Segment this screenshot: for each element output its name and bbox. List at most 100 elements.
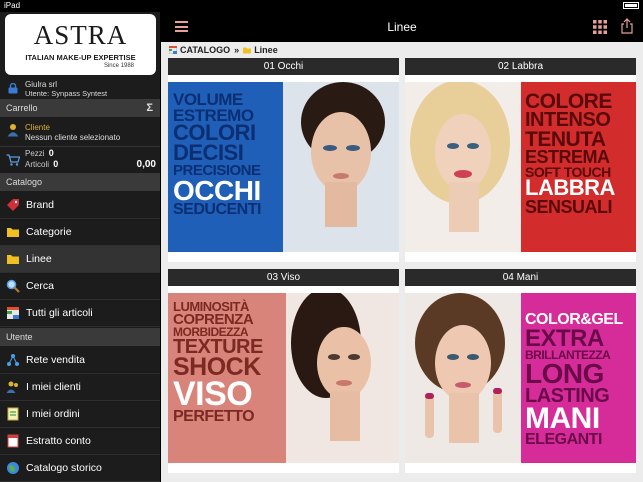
device-label: iPad — [4, 1, 21, 10]
sidebar-item-label: Brand — [26, 199, 55, 211]
sidebar-item-label: Linee — [26, 253, 52, 265]
tile-image: COLORE INTENSO TENUTA ESTREMA SOFT TOUCH… — [405, 82, 636, 252]
model-photo — [405, 82, 521, 252]
tile-slogan: LUMINOSITÀ COPRENZA MORBIDEZZA TEXTURE S… — [173, 300, 263, 426]
brand-logo: ASTRA ITALIAN MAKE-UP EXPERTISE Since 19… — [5, 14, 156, 75]
line-tile-labbra[interactable]: 02 Labbra COLORE INTENSO TENUTA ESTREMA … — [405, 58, 636, 262]
tile-slogan: COLORE INTENSO TENUTA ESTREMA SOFT TOUCH… — [525, 91, 615, 217]
sidebar-item-tutti-articoli[interactable]: Tutti gli articoli — [0, 300, 160, 327]
lock-icon — [8, 83, 18, 94]
line-tile-viso[interactable]: 03 Viso LUMINOSITÀ COPRENZA MORBIDEZZA T… — [168, 269, 399, 473]
client-label: Cliente — [25, 123, 50, 132]
line-tile-mani[interactable]: 04 Mani COLOR&GEL EXTRA BRILLANTEZZA LON… — [405, 269, 636, 473]
slogan-line: LONG — [525, 357, 604, 389]
sidebar-item-cerca[interactable]: Cerca — [0, 273, 160, 300]
cart-client-row[interactable]: Cliente Nessun cliente selezionato — [0, 119, 160, 147]
logo-tagline: ITALIAN MAKE-UP EXPERTISE — [25, 53, 136, 62]
network-icon — [7, 354, 19, 366]
pezzi-row: Pezzi 0 — [25, 148, 54, 158]
articoli-row: Articoli 0 — [25, 159, 58, 169]
sigma-icon[interactable]: Σ — [146, 99, 153, 117]
globe-icon — [7, 462, 19, 474]
slogan-line: MANI — [525, 401, 600, 435]
pezzi-label: Pezzi — [25, 149, 45, 158]
model-photo — [286, 293, 399, 463]
orders-icon — [7, 407, 19, 421]
folder-icon — [7, 255, 19, 264]
sidebar-item-catalogo-storico[interactable]: Catalogo storico — [0, 455, 160, 482]
clients-icon — [6, 381, 18, 393]
slogan-line: DECISI — [173, 140, 244, 166]
tile-slogan: VOLUME ESTREMO COLORI DECISI PRECISIONE … — [173, 91, 261, 219]
main-content: Linee CATALOGO » Linee 01 Occhi VOLUME ES… — [161, 12, 643, 482]
breadcrumb-root[interactable]: CATALOGO — [180, 45, 230, 55]
tag-icon — [7, 199, 19, 211]
slogan-line: VISO — [173, 375, 253, 414]
user-account: Utente: Synpass Syntest — [25, 89, 108, 98]
slogan-line: INTENSO — [525, 109, 611, 132]
catalog-header: Catalogo — [0, 173, 160, 191]
slogan-line: OCCHI — [173, 174, 261, 206]
share-icon[interactable] — [621, 18, 633, 34]
sidebar-item-label: Categorie — [26, 226, 72, 238]
sidebar-item-label: Rete vendita — [26, 354, 85, 366]
model-photo — [405, 293, 521, 463]
slogan-line: PERFETTO — [173, 408, 255, 426]
sidebar-item-label: I miei clienti — [26, 381, 81, 393]
search-icon — [6, 279, 20, 293]
tile-title: 04 Mani — [405, 269, 636, 286]
tile-slogan: COLOR&GEL EXTRA BRILLANTEZZA LONG LASTIN… — [525, 312, 623, 448]
sidebar-item-label: Catalogo storico — [26, 462, 102, 474]
sidebar-item-miei-clienti[interactable]: I miei clienti — [0, 374, 160, 401]
sidebar-item-miei-ordini[interactable]: I miei ordini — [0, 401, 160, 428]
catalog-icon — [169, 46, 177, 54]
tile-image: LUMINOSITÀ COPRENZA MORBIDEZZA TEXTURE S… — [168, 293, 399, 463]
grid-view-icon[interactable] — [593, 20, 607, 34]
tile-image: VOLUME ESTREMO COLORI DECISI PRECISIONE … — [168, 82, 399, 252]
model-photo — [283, 82, 399, 252]
articoli-value: 0 — [53, 159, 59, 169]
breadcrumb-current: Linee — [254, 45, 278, 55]
logo-since: Since 1988 — [103, 63, 134, 69]
tile-title: 01 Occhi — [168, 58, 399, 75]
cart-summary[interactable]: Pezzi 0 Articoli 0 0,00 — [0, 147, 160, 172]
pezzi-value: 0 — [48, 148, 54, 158]
cart-total: 0,00 — [136, 159, 156, 170]
sidebar-item-categorie[interactable]: Categorie — [0, 219, 160, 246]
folder-icon — [7, 228, 19, 237]
page-title: Linee — [387, 20, 417, 34]
navbar: Linee — [161, 12, 643, 42]
grid-list-icon — [7, 307, 19, 319]
user-name: Giulra srl — [25, 80, 58, 89]
slogan-line: SEDUCENTI — [173, 201, 261, 219]
cart-header-label: Carrello — [6, 103, 38, 113]
sidebar-item-linee[interactable]: Linee — [0, 246, 160, 273]
slogan-line: SENSUALI — [525, 196, 613, 217]
sidebar-item-label: Tutti gli articoli — [26, 307, 93, 319]
slogan-line: ELEGANTI — [525, 430, 602, 448]
status-bar: iPad — [0, 0, 643, 12]
user-header: Utente — [0, 328, 160, 346]
tile-title: 02 Labbra — [405, 58, 636, 75]
client-value: Nessun cliente selezionato — [25, 133, 121, 142]
line-tile-occhi[interactable]: 01 Occhi VOLUME ESTREMO COLORI DECISI PR… — [168, 58, 399, 262]
user-header-label: Utente — [6, 332, 33, 342]
client-icon — [7, 124, 19, 137]
breadcrumb-separator: » — [234, 45, 240, 55]
sidebar-item-brand[interactable]: Brand — [0, 192, 160, 219]
statement-icon — [7, 434, 19, 448]
user-info[interactable]: Giulra srl Utente: Synpass Syntest — [0, 78, 160, 100]
cart-header: Carrello Σ — [0, 99, 160, 117]
sidebar-item-rete-vendita[interactable]: Rete vendita — [0, 347, 160, 374]
articoli-label: Articoli — [25, 160, 50, 169]
breadcrumb: CATALOGO » Linee — [161, 42, 643, 58]
sidebar-item-label: I miei ordini — [26, 408, 80, 420]
cart-icon — [6, 154, 20, 166]
folder-icon — [243, 47, 252, 54]
sidebar-item-label: Estratto conto — [26, 435, 91, 447]
sidebar-item-label: Cerca — [26, 280, 55, 292]
catalog-header-label: Catalogo — [6, 177, 43, 187]
tile-title: 03 Viso — [168, 269, 399, 286]
sidebar-item-estratto-conto[interactable]: Estratto conto — [0, 428, 160, 455]
tile-image: COLOR&GEL EXTRA BRILLANTEZZA LONG LASTIN… — [405, 293, 636, 463]
